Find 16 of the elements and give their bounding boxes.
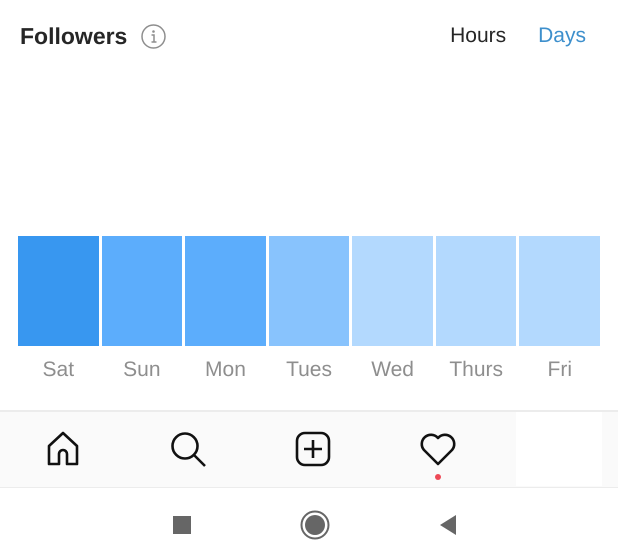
- back-icon[interactable]: [438, 514, 458, 536]
- square-icon[interactable]: [172, 514, 192, 534]
- home-circle-icon[interactable]: [300, 510, 330, 540]
- search-icon[interactable]: [168, 430, 206, 468]
- range-tab[interactable]: Hours: [450, 20, 506, 52]
- range-tab[interactable]: Days: [538, 20, 586, 52]
- day-label: Wed: [371, 357, 414, 383]
- day-label: Thurs: [449, 357, 504, 383]
- info-icon[interactable]: [141, 24, 166, 48]
- plus-square-icon[interactable]: [294, 430, 332, 468]
- day-label: Mon: [205, 357, 246, 383]
- day-label: Sat: [42, 357, 74, 383]
- day-label: Fri: [548, 357, 572, 383]
- day-label: Tues: [286, 357, 332, 383]
- section-title: Followers: [20, 22, 128, 51]
- day-label: Sun: [123, 357, 161, 383]
